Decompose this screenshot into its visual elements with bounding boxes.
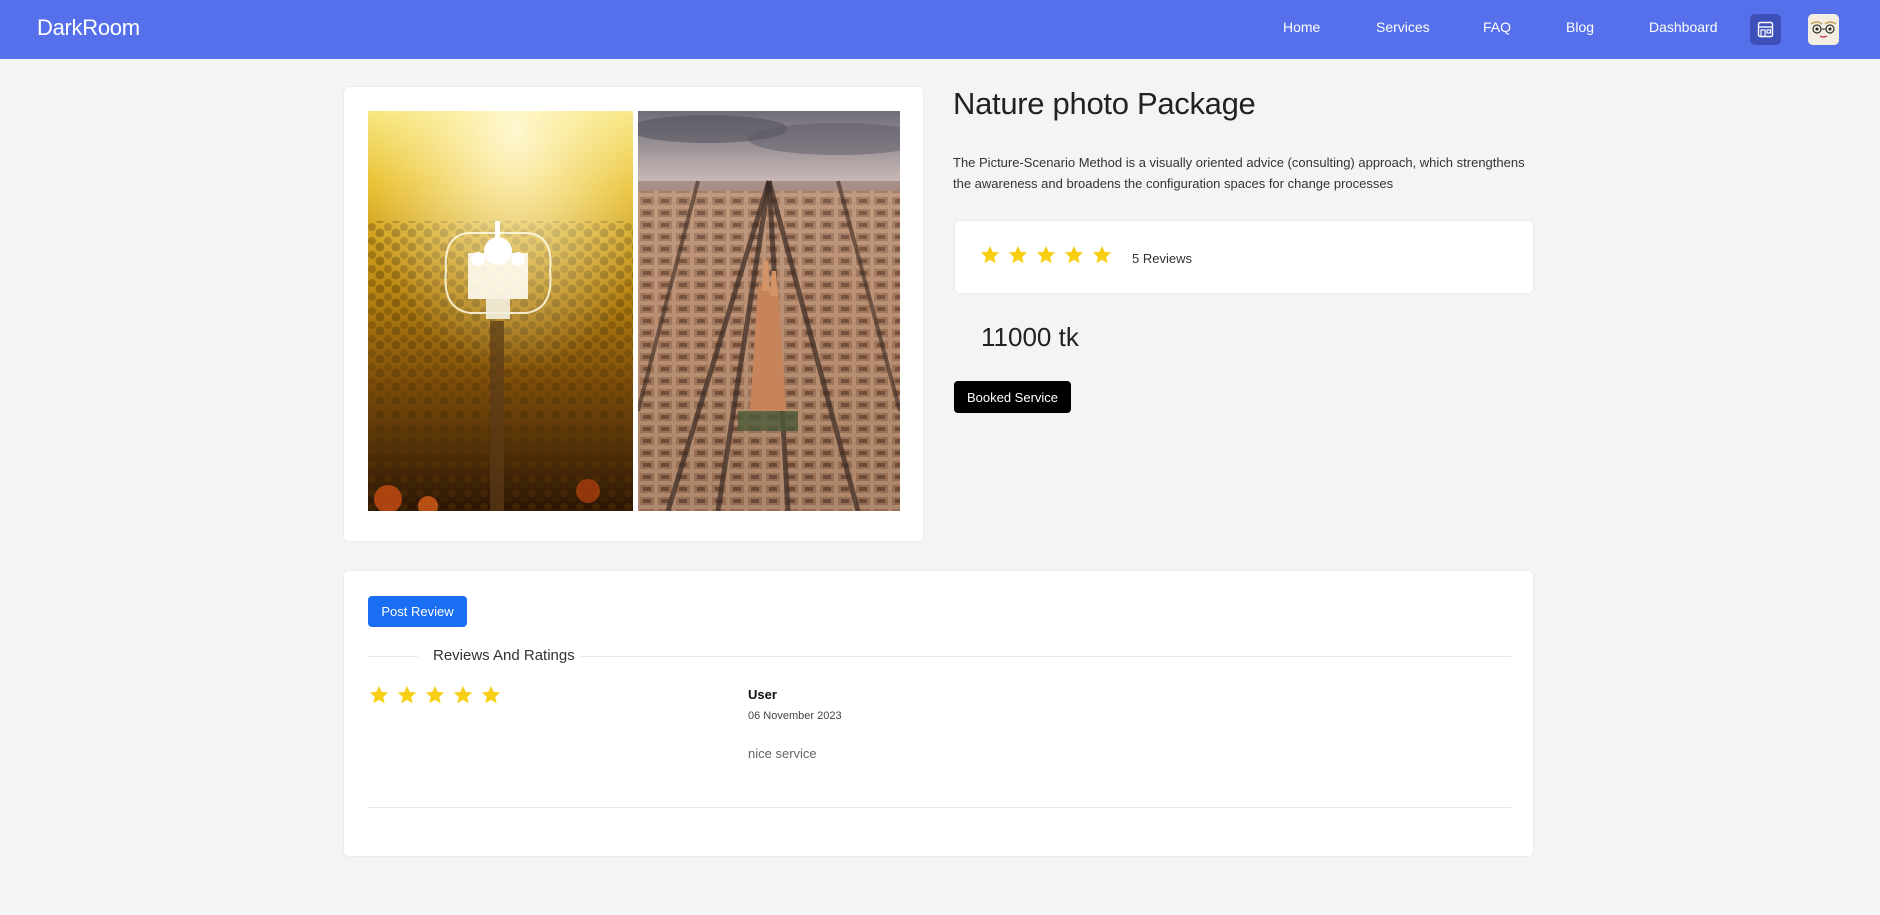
review-date: 06 November 2023 xyxy=(748,710,842,722)
post-review-button[interactable]: Post Review xyxy=(368,596,467,627)
section-divider-right xyxy=(581,656,1511,657)
star-icon xyxy=(1036,245,1056,264)
rating-stars xyxy=(979,244,1113,266)
reviews-card: Post Review Reviews And Ratings User 06 … xyxy=(343,570,1534,857)
star-icon xyxy=(980,245,1000,264)
review-text: nice service xyxy=(748,746,817,761)
reviews-count[interactable]: 5 Reviews xyxy=(1132,251,1192,266)
star-icon xyxy=(369,685,389,704)
store-icon xyxy=(1757,21,1774,38)
rating-summary-card: 5 Reviews xyxy=(954,220,1534,294)
top-navbar: DarkRoom Home Services FAQ Blog Dashboar… xyxy=(0,0,1880,59)
nav-link-blog[interactable]: Blog xyxy=(1566,19,1594,35)
avatar-image xyxy=(1808,14,1839,45)
star-icon xyxy=(1064,245,1084,264)
reviews-section-title: Reviews And Ratings xyxy=(433,647,575,664)
user-avatar[interactable] xyxy=(1808,14,1839,45)
star-icon xyxy=(481,685,501,704)
review-author: User xyxy=(748,687,777,702)
store-button[interactable] xyxy=(1750,14,1781,45)
page-title: Nature photo Package xyxy=(953,86,1256,121)
review-divider xyxy=(368,807,1511,808)
nav-link-dashboard[interactable]: Dashboard xyxy=(1649,19,1718,35)
nav-link-faq[interactable]: FAQ xyxy=(1483,19,1511,35)
brand-logo[interactable]: DarkRoom xyxy=(37,15,140,41)
price-label: 11000 tk xyxy=(981,322,1079,352)
nav-link-home[interactable]: Home xyxy=(1283,19,1320,35)
product-description: The Picture-Scenario Method is a visuall… xyxy=(953,155,1525,191)
star-icon xyxy=(1092,245,1112,264)
section-divider-left xyxy=(368,656,418,657)
gallery-card xyxy=(343,86,924,542)
star-icon xyxy=(397,685,417,704)
star-icon xyxy=(1008,245,1028,264)
booked-service-button[interactable]: Booked Service xyxy=(954,381,1071,413)
star-icon xyxy=(453,685,473,704)
review-rating-stars xyxy=(368,684,502,706)
star-icon xyxy=(425,685,445,704)
city-aerial-photo[interactable] xyxy=(638,111,900,511)
nav-link-services[interactable]: Services xyxy=(1376,19,1430,35)
forest-temple-photo[interactable] xyxy=(368,111,633,511)
